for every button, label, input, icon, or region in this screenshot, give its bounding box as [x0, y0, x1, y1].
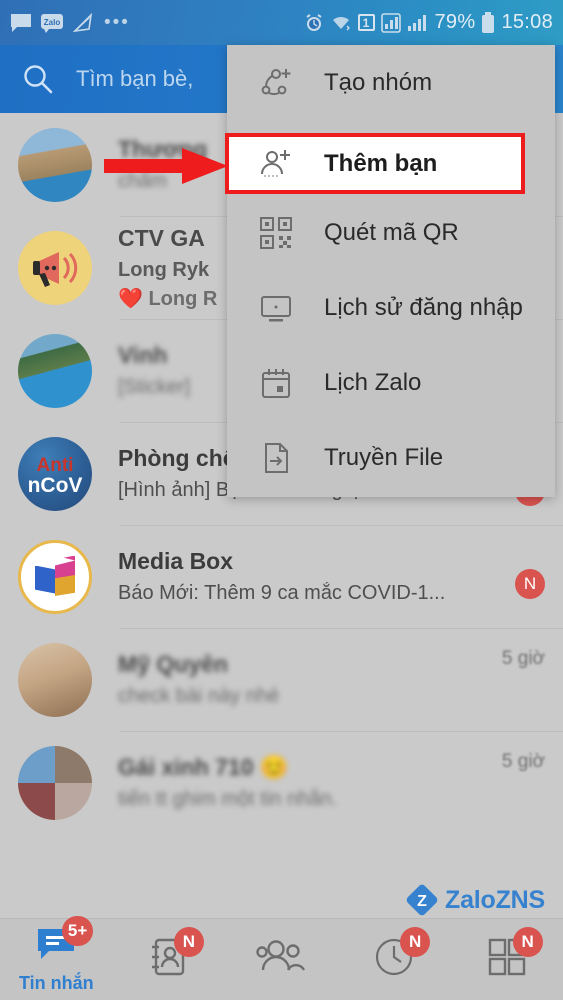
menu-item-label: Thêm bạn — [298, 150, 437, 178]
search-icon[interactable] — [22, 63, 54, 95]
groups-icon[interactable] — [255, 938, 307, 981]
signal-chart-icon — [381, 13, 401, 33]
file-transfer-icon — [254, 440, 298, 476]
avatar-text-anti: Anti — [37, 457, 74, 475]
qr-code-icon — [254, 215, 298, 251]
menu-item-zalo-calendar[interactable]: Lịch Zalo — [227, 345, 555, 420]
annotation-arrow-icon — [104, 148, 228, 184]
chat-name: Media Box — [118, 548, 515, 575]
table-row[interactable]: Media Box Báo Mới: Thêm 9 ca mắc COVID-1… — [0, 525, 563, 628]
signal-bars-icon — [407, 14, 429, 32]
avatar-text-ncov: nCoV — [28, 475, 83, 496]
bottom-navigation[interactable]: 5+ Tin nhắn N — [0, 918, 563, 1000]
avatar[interactable] — [18, 643, 92, 717]
menu-item-file-transfer[interactable]: Truyền File — [227, 420, 555, 495]
svg-text:Z: Z — [417, 893, 427, 910]
tab-label: Tin nhắn — [19, 973, 94, 994]
tab-apps[interactable]: N — [450, 919, 563, 1000]
chat-preview: check bài này nhé — [118, 685, 502, 708]
menu-item-label: Lịch sử đăng nhập — [298, 294, 523, 322]
menu-item-scan-qr[interactable]: Quét mã QR — [227, 195, 555, 270]
chat-name: Gái xinh 710 😊 — [118, 754, 502, 781]
search-input-placeholder[interactable]: Tìm bạn bè, — [76, 66, 193, 92]
svg-text:Zalo: Zalo — [44, 18, 61, 27]
watermark-text: ZaloZNS — [445, 886, 545, 915]
wifi-icon — [330, 14, 352, 32]
status-badge: N — [515, 569, 545, 599]
paper-plane-icon — [72, 12, 94, 34]
status-badge: N — [174, 927, 204, 957]
status-bar-right-icons: 1 79% 15:08 — [304, 11, 554, 34]
menu-item-label: Quét mã QR — [298, 219, 459, 247]
sim-number: 1 — [363, 16, 370, 30]
battery-percent-label: 79% — [435, 11, 476, 34]
avatar-tile — [55, 746, 92, 783]
status-bar-left-icons: Zalo ••• — [10, 12, 130, 34]
monitor-icon — [254, 290, 298, 326]
status-badge: N — [513, 927, 543, 957]
zalo-app-screen: Zalo ••• 1 — [0, 0, 563, 1000]
sim-card-icon: 1 — [358, 14, 375, 31]
menu-item-add-friend[interactable]: Thêm bạn — [225, 133, 525, 194]
watermark: Z ZaloZNS — [406, 884, 545, 916]
avatar[interactable] — [18, 334, 92, 408]
avatar[interactable] — [18, 231, 92, 305]
tab-groups[interactable] — [225, 919, 338, 1000]
menu-item-create-group[interactable]: Tạo nhóm — [227, 45, 555, 120]
menu-item-login-history[interactable]: Lịch sử đăng nhập — [227, 270, 555, 345]
chat-time: 5 giờ — [502, 648, 545, 670]
clock-icon[interactable]: N — [374, 937, 414, 982]
avatar-tile — [18, 783, 55, 820]
table-row[interactable]: Mỹ Quyên check bài này nhé 5 giờ — [0, 628, 563, 731]
megaphone-icon — [29, 246, 81, 290]
add-friend-icon — [254, 146, 298, 182]
tab-timeline[interactable]: N — [338, 919, 451, 1000]
menu-item-label: Tạo nhóm — [298, 69, 432, 97]
avatar-tile — [18, 746, 55, 783]
tab-contacts[interactable]: N — [113, 919, 226, 1000]
status-badge: N — [400, 927, 430, 957]
battery-icon — [481, 12, 495, 34]
apps-grid-icon[interactable]: N — [487, 937, 527, 982]
status-bar: Zalo ••• 1 — [0, 0, 563, 45]
menu-item-label: Truyền File — [298, 444, 443, 472]
table-row[interactable]: Gái xinh 710 😊 tiến tt ghim một tin nhắn… — [0, 731, 563, 834]
zalo-icon: Zalo — [40, 13, 64, 33]
messages-icon[interactable]: 5+ — [35, 926, 77, 969]
zalo-diamond-logo-icon: Z — [406, 884, 438, 916]
create-group-icon — [254, 65, 298, 101]
avatar[interactable] — [18, 128, 92, 202]
heart-icon: ❤️ — [118, 288, 143, 310]
chat-bubble-icon — [10, 13, 32, 33]
contacts-icon[interactable]: N — [150, 937, 188, 982]
overflow-menu[interactable]: Tạo nhóm Thêm bạn — [227, 45, 555, 497]
calendar-icon — [254, 365, 298, 401]
status-badge: 5+ — [62, 916, 93, 946]
avatar-tile — [55, 783, 92, 820]
chat-preview-secondary-text: Long R — [148, 288, 217, 310]
tab-messages[interactable]: 5+ Tin nhắn — [0, 919, 113, 1000]
avatar[interactable] — [18, 540, 92, 614]
avatar[interactable] — [18, 746, 92, 820]
avatar[interactable]: Anti nCoV — [18, 437, 92, 511]
chat-preview: Báo Mới: Thêm 9 ca mắc COVID-1... — [118, 582, 515, 605]
menu-item-label: Lịch Zalo — [298, 369, 421, 397]
chat-time: 5 giờ — [502, 751, 545, 773]
status-overflow-dots: ••• — [104, 12, 130, 34]
chat-name: Mỹ Quyên — [118, 651, 502, 678]
clock-label: 15:08 — [501, 11, 553, 34]
chat-preview: tiến tt ghim một tin nhắn. — [118, 788, 502, 811]
alarm-icon — [304, 13, 324, 33]
media-box-cube-icon — [35, 556, 75, 598]
